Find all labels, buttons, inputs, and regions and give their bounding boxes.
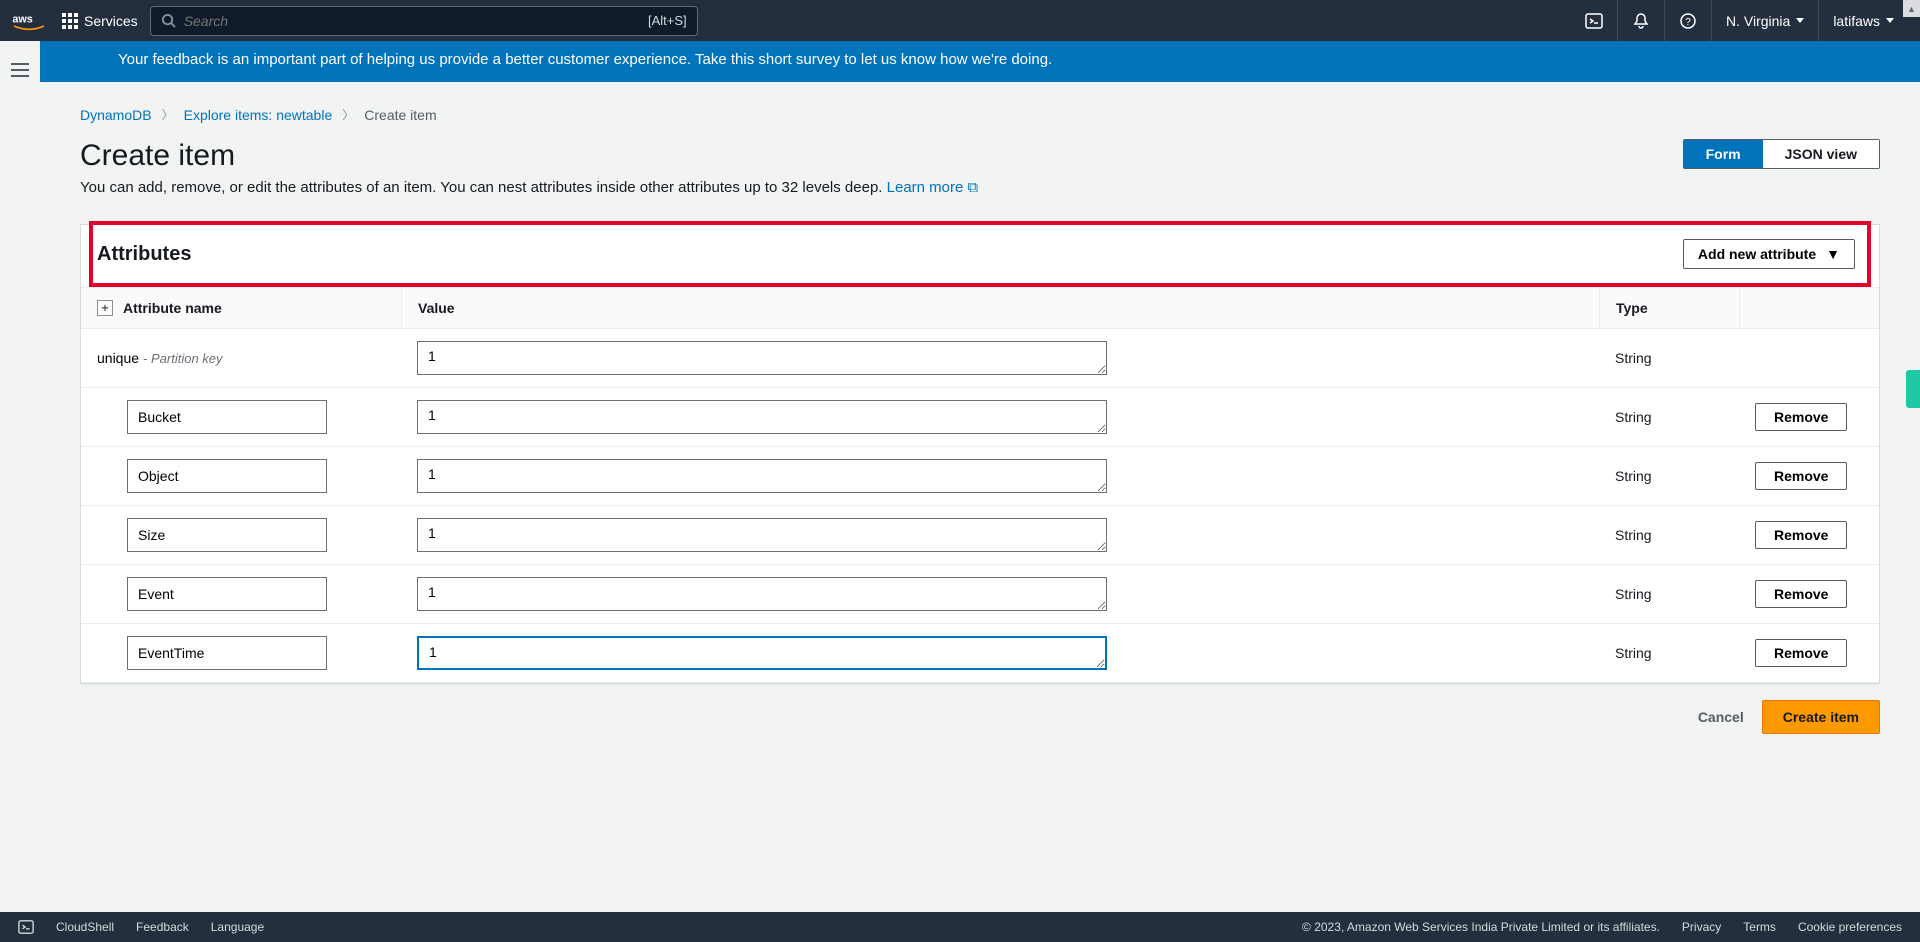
attribute-value-input[interactable]: [417, 459, 1107, 493]
cloudshell-icon: [18, 919, 34, 935]
scrollbar-up-icon[interactable]: ▲: [1903, 0, 1920, 17]
cancel-button[interactable]: Cancel: [1698, 709, 1744, 725]
page-subtext: You can add, remove, or edit the attribu…: [40, 173, 1920, 196]
remove-attribute-button[interactable]: Remove: [1755, 639, 1847, 667]
breadcrumb-explore-items[interactable]: Explore items: newtable: [184, 107, 333, 123]
partition-key-badge: - Partition key: [143, 351, 222, 366]
feedback-banner: Your feedback is an important part of he…: [40, 41, 1920, 82]
table-row: String Remove: [81, 447, 1879, 506]
hamburger-icon: [11, 63, 29, 77]
help-icon[interactable]: ?: [1664, 0, 1711, 41]
attribute-type-label: String: [1599, 388, 1739, 446]
learn-more-link[interactable]: Learn more⧉: [887, 179, 978, 196]
footer-terms[interactable]: Terms: [1743, 920, 1776, 934]
attribute-name-input[interactable]: [127, 459, 327, 493]
services-menu[interactable]: Services: [62, 13, 138, 29]
attribute-name-input[interactable]: [127, 518, 327, 552]
col-value: Value: [401, 288, 1599, 328]
attribute-name-input[interactable]: [127, 400, 327, 434]
table-header: + Attribute name Value Type: [81, 287, 1879, 329]
caret-down-icon: [1796, 18, 1804, 23]
external-link-icon: ⧉: [967, 179, 978, 196]
breadcrumb: DynamoDB 〉 Explore items: newtable 〉 Cre…: [40, 82, 1920, 123]
attribute-value-input[interactable]: [417, 636, 1107, 670]
caret-down-icon: ▼: [1826, 246, 1840, 262]
search-icon: [161, 13, 176, 28]
footer-language[interactable]: Language: [211, 920, 264, 934]
attribute-value-input[interactable]: [417, 341, 1107, 375]
attribute-value-input[interactable]: [417, 518, 1107, 552]
footer-bar: CloudShell Feedback Language © 2023, Ama…: [0, 912, 1920, 942]
table-row: unique - Partition key String: [81, 329, 1879, 388]
remove-attribute-button[interactable]: Remove: [1755, 521, 1847, 549]
region-selector[interactable]: N. Virginia: [1711, 0, 1818, 41]
global-search[interactable]: [Alt+S]: [150, 6, 698, 36]
breadcrumb-dynamodb[interactable]: DynamoDB: [80, 107, 152, 123]
attribute-type-label: String: [1599, 506, 1739, 564]
footer-cookie[interactable]: Cookie preferences: [1798, 920, 1902, 934]
footer-privacy[interactable]: Privacy: [1682, 920, 1721, 934]
footer-copyright: © 2023, Amazon Web Services India Privat…: [1302, 920, 1660, 934]
svg-text:aws: aws: [12, 13, 32, 25]
search-input[interactable]: [184, 13, 640, 29]
scroll-marker: [1906, 370, 1920, 408]
add-attribute-button[interactable]: Add new attribute ▼: [1683, 239, 1855, 269]
attribute-name-input[interactable]: [127, 636, 327, 670]
svg-text:?: ?: [1685, 17, 1691, 28]
services-label: Services: [84, 13, 138, 29]
page-title: Create item: [80, 139, 235, 173]
attributes-panel: Attributes Add new attribute ▼ + Attribut…: [80, 224, 1880, 684]
attribute-type-label: String: [1599, 329, 1739, 387]
expand-all-icon[interactable]: +: [97, 300, 113, 316]
attribute-type-label: String: [1599, 624, 1739, 682]
attribute-type-label: String: [1599, 565, 1739, 623]
table-row: String Remove: [81, 565, 1879, 624]
account-menu[interactable]: latifaws: [1818, 0, 1908, 41]
table-row: String Remove: [81, 388, 1879, 447]
remove-attribute-button[interactable]: Remove: [1755, 462, 1847, 490]
breadcrumb-current: Create item: [364, 107, 436, 123]
highlight-annotation: Attributes Add new attribute ▼: [89, 221, 1871, 287]
sidebar-toggle[interactable]: [0, 41, 40, 912]
search-shortcut: [Alt+S]: [648, 13, 687, 28]
chevron-right-icon: 〉: [342, 106, 354, 123]
table-row: String Remove: [81, 624, 1879, 683]
col-name: Attribute name: [123, 300, 222, 316]
toggle-form[interactable]: Form: [1684, 140, 1763, 168]
create-item-button[interactable]: Create item: [1762, 700, 1880, 734]
remove-attribute-button[interactable]: Remove: [1755, 580, 1847, 608]
attributes-heading: Attributes: [97, 243, 191, 266]
notifications-icon[interactable]: [1617, 0, 1664, 41]
view-toggle: Form JSON view: [1683, 139, 1880, 169]
caret-down-icon: [1886, 18, 1894, 23]
aws-logo[interactable]: aws: [12, 11, 46, 31]
attribute-value-input[interactable]: [417, 400, 1107, 434]
attribute-value-input[interactable]: [417, 577, 1107, 611]
footer-cloudshell[interactable]: CloudShell: [56, 920, 114, 934]
table-row: String Remove: [81, 506, 1879, 565]
chevron-right-icon: 〉: [162, 106, 174, 123]
attribute-name-label: unique: [97, 350, 139, 366]
cloudshell-icon[interactable]: [1571, 0, 1617, 41]
top-nav: aws Services [Alt+S] ? N. Virginia latif…: [0, 0, 1920, 41]
footer-feedback[interactable]: Feedback: [136, 920, 189, 934]
attribute-name-input[interactable]: [127, 577, 327, 611]
attribute-type-label: String: [1599, 447, 1739, 505]
toggle-json[interactable]: JSON view: [1763, 140, 1879, 168]
remove-attribute-button[interactable]: Remove: [1755, 403, 1847, 431]
grid-icon: [62, 13, 78, 29]
col-type: Type: [1599, 288, 1739, 328]
